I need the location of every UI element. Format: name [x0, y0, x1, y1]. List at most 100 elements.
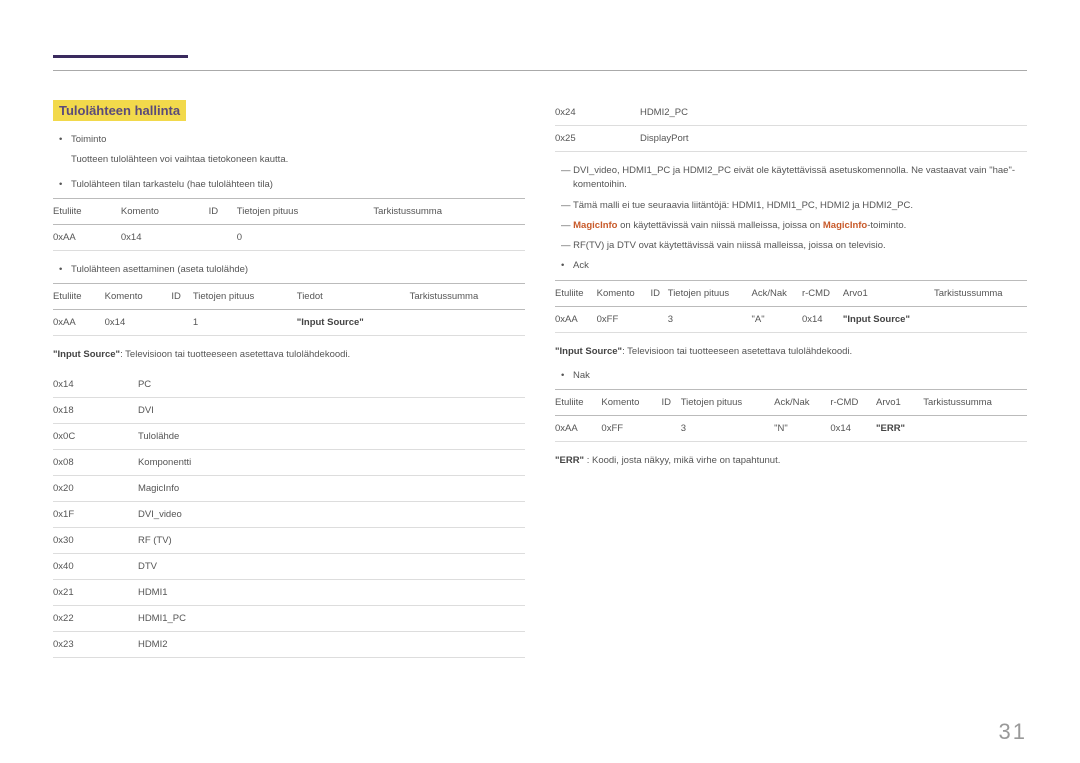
td: 0x14 [105, 310, 172, 336]
bold: "ERR" [555, 455, 584, 466]
td: "N" [774, 416, 830, 442]
code-label: PC [138, 372, 525, 398]
code-label: HDMI2_PC [640, 100, 1027, 126]
code-value: 0x25 [555, 126, 640, 152]
magicinfo-highlight: MagicInfo [573, 220, 617, 231]
th: ID [650, 280, 667, 306]
nak-label: Nak [555, 369, 1027, 383]
td [209, 224, 237, 250]
text: : Televisioon tai tuotteeseen asetettava… [622, 346, 852, 357]
ack-label: Ack [555, 259, 1027, 273]
th: Etuliite [53, 284, 105, 310]
table-row: 0x18DVI [53, 398, 525, 424]
aseta-table: Etuliite Komento ID Tietojen pituus Tied… [53, 283, 525, 336]
th: Ack/Nak [774, 390, 830, 416]
th: Ack/Nak [752, 280, 802, 306]
code-value: 0x22 [53, 606, 138, 632]
td [661, 416, 680, 442]
table-row: 0x22HDMI1_PC [53, 606, 525, 632]
th: Tietojen pituus [193, 284, 297, 310]
td [650, 306, 667, 332]
code-value: 0x0C [53, 424, 138, 450]
code-value: 0x14 [53, 372, 138, 398]
td: "Input Source" [843, 306, 934, 332]
th: Etuliite [555, 280, 597, 306]
code-label: Tulolähde [138, 424, 525, 450]
code-value: 0x30 [53, 528, 138, 554]
th: ID [209, 198, 237, 224]
td: 0xAA [53, 224, 121, 250]
code-label: MagicInfo [138, 476, 525, 502]
td: 0 [237, 224, 374, 250]
table-row: 0x24HDMI2_PC [555, 100, 1027, 126]
th: ID [171, 284, 192, 310]
th: Etuliite [555, 390, 601, 416]
codes-table-cont: 0x24HDMI2_PC0x25DisplayPort [555, 100, 1027, 152]
text: : Koodi, josta näkyy, mikä virhe on tapa… [584, 455, 780, 466]
table-row: 0x40DTV [53, 554, 525, 580]
th: Komento [601, 390, 661, 416]
th: r-CMD [830, 390, 876, 416]
tarkastelu-label: Tulolähteen tilan tarkastelu (hae tulolä… [53, 178, 525, 192]
toiminto-label: Toiminto [53, 133, 525, 147]
th: Komento [121, 198, 209, 224]
ack-desc: "Input Source": Televisioon tai tuottees… [555, 345, 1027, 359]
table-row: 0x0CTulolähde [53, 424, 525, 450]
input-source-desc: "Input Source": Televisioon tai tuottees… [53, 348, 525, 362]
note: Tämä malli ei tue seuraavia liitäntöjä: … [555, 199, 1027, 213]
code-value: 0x21 [53, 580, 138, 606]
td: "Input Source" [297, 310, 410, 336]
th: ID [661, 390, 680, 416]
td: 0xAA [555, 306, 597, 332]
td: 0xAA [53, 310, 105, 336]
table-row: 0x23HDMI2 [53, 632, 525, 658]
code-label: DTV [138, 554, 525, 580]
td: 0xFF [601, 416, 661, 442]
table-row: 0x20MagicInfo [53, 476, 525, 502]
code-label: HDMI1_PC [138, 606, 525, 632]
td [934, 306, 1027, 332]
td [373, 224, 525, 250]
err-desc: "ERR" : Koodi, josta näkyy, mikä virhe o… [555, 454, 1027, 468]
td: 1 [193, 310, 297, 336]
th: Tarkistussumma [934, 280, 1027, 306]
text: -toiminto. [867, 220, 906, 231]
magicinfo-highlight: MagicInfo [823, 220, 867, 231]
code-value: 0x08 [53, 450, 138, 476]
th: Arvo1 [843, 280, 934, 306]
code-label: DVI [138, 398, 525, 424]
code-label: RF (TV) [138, 528, 525, 554]
th: Tietojen pituus [681, 390, 774, 416]
th: r-CMD [802, 280, 843, 306]
section-title: Tulolähteen hallinta [53, 100, 186, 121]
code-value: 0x23 [53, 632, 138, 658]
th: Tarkistussumma [410, 284, 525, 310]
td: 0x14 [121, 224, 209, 250]
td [171, 310, 192, 336]
td: 0xAA [555, 416, 601, 442]
td: 0xFF [597, 306, 651, 332]
td: 3 [668, 306, 752, 332]
th: Tiedot [297, 284, 410, 310]
page-content: Tulolähteen hallinta Toiminto Tuotteen t… [53, 100, 1027, 670]
code-value: 0x40 [53, 554, 138, 580]
right-column: 0x24HDMI2_PC0x25DisplayPort DVI_video, H… [555, 100, 1027, 670]
table-row: 0x21HDMI1 [53, 580, 525, 606]
code-value: 0x1F [53, 502, 138, 528]
th: Tietojen pituus [668, 280, 752, 306]
note: RF(TV) ja DTV ovat käytettävissä vain ni… [555, 239, 1027, 253]
td [410, 310, 525, 336]
th: Arvo1 [876, 390, 923, 416]
th: Tarkistussumma [373, 198, 525, 224]
td: 3 [681, 416, 774, 442]
table-row: 0x14PC [53, 372, 525, 398]
codes-table: 0x14PC0x18DVI0x0CTulolähde0x08Komponentt… [53, 372, 525, 658]
th: Etuliite [53, 198, 121, 224]
note: DVI_video, HDMI1_PC ja HDMI2_PC eivät ol… [555, 164, 1027, 193]
text: : Televisioon tai tuotteeseen asetettava… [120, 349, 350, 360]
th: Komento [105, 284, 172, 310]
td: "A" [752, 306, 802, 332]
header-accent [53, 55, 188, 70]
nak-table: Etuliite Komento ID Tietojen pituus Ack/… [555, 389, 1027, 442]
page-number: 31 [999, 719, 1027, 745]
